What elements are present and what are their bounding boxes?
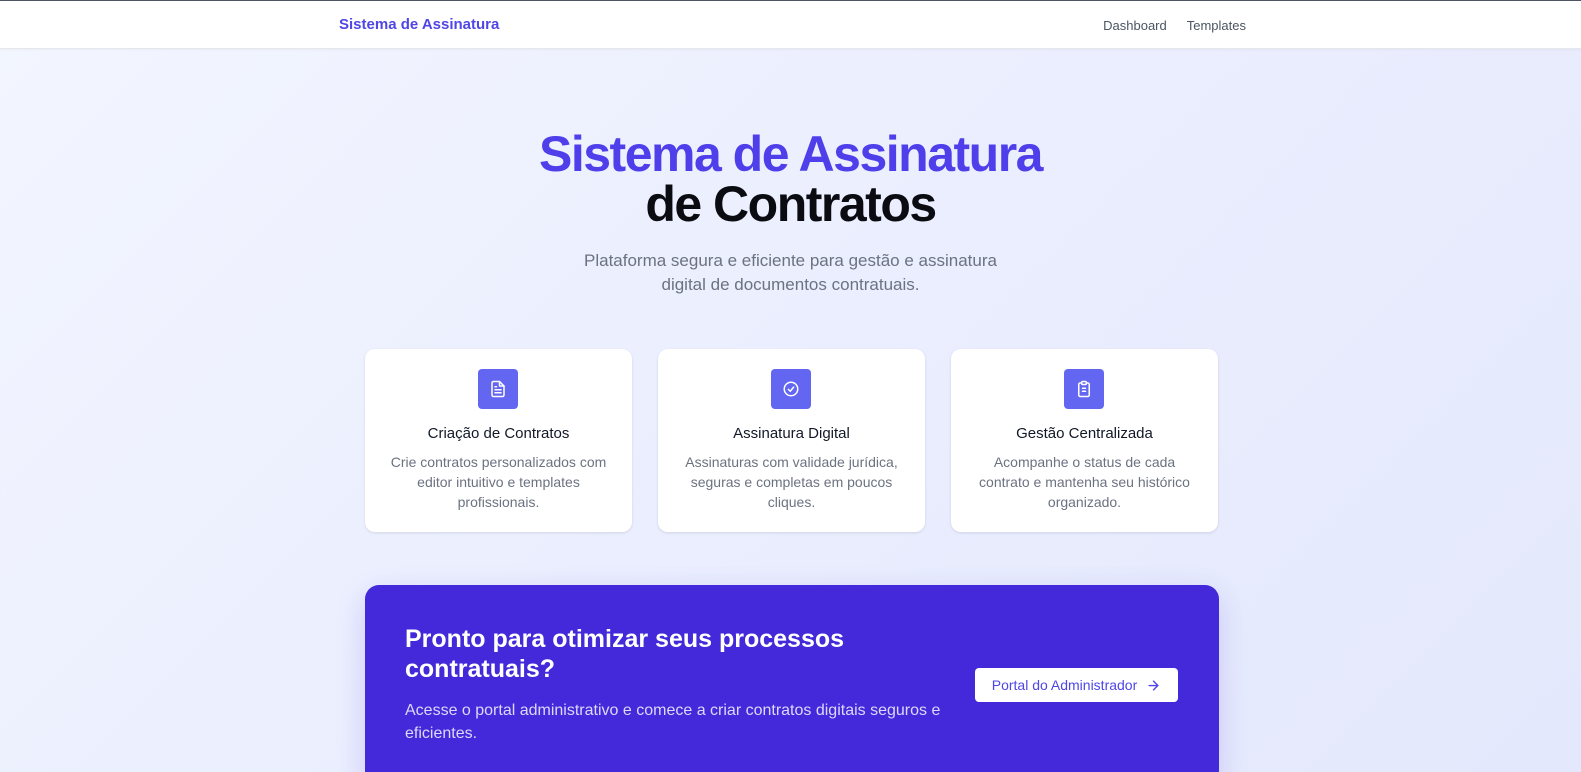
feature-card-creation: Criação de Contratos Crie contratos pers…: [365, 349, 632, 532]
cta-title: Pronto para otimizar seus processos cont…: [405, 625, 845, 683]
feature-description: Acompanhe o status de cada contrato e ma…: [979, 454, 1190, 510]
check-circle-icon: [771, 369, 811, 409]
hero-title-line1: Sistema de Assinatura: [539, 126, 1043, 182]
cta-section: Pronto para otimizar seus processos cont…: [365, 585, 1219, 772]
nav-links: Dashboard Templates: [1103, 18, 1246, 33]
feature-card-management: Gestão Centralizada Acompanhe o status d…: [951, 349, 1218, 532]
feature-title: Gestão Centralizada: [1016, 425, 1153, 442]
arrow-right-icon: [1146, 678, 1161, 693]
document-icon: [478, 369, 518, 409]
feature-description: Assinaturas com validade jurídica, segur…: [685, 454, 898, 510]
feature-description: Crie contratos personalizados com editor…: [390, 454, 607, 510]
hero-subtitle: Plataforma segura e eficiente para gestã…: [584, 251, 997, 294]
clipboard-icon: [1064, 369, 1104, 409]
admin-portal-button-label: Portal do Administrador: [991, 677, 1138, 693]
brand-link[interactable]: Sistema de Assinatura: [339, 16, 499, 33]
nav-link-templates[interactable]: Templates: [1187, 18, 1246, 33]
cta-description: Acesse o portal administrativo e comece …: [405, 702, 941, 742]
hero-title-line2: de Contratos: [645, 176, 937, 232]
feature-title: Assinatura Digital: [733, 425, 850, 442]
nav-link-dashboard[interactable]: Dashboard: [1103, 18, 1167, 33]
top-navbar: Sistema de Assinatura Dashboard Template…: [0, 0, 1581, 49]
feature-title: Criação de Contratos: [427, 425, 570, 442]
hero-title: Sistema de Assinatura de Contratos: [0, 128, 1581, 230]
feature-card-signature: Assinatura Digital Assinaturas com valid…: [658, 349, 925, 532]
admin-portal-button[interactable]: Portal do Administrador: [975, 668, 1178, 702]
